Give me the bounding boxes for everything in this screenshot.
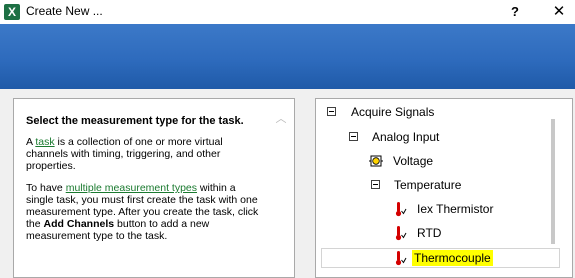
measurement-type-tree[interactable]: Acquire Signals Analog Input Voltage Tem… bbox=[315, 98, 573, 278]
thermometer-icon bbox=[395, 226, 407, 241]
tree-item-iex-thermistor[interactable]: Iex Thermistor bbox=[316, 198, 546, 220]
description-paragraph-multiple: To have multiple measurement types withi… bbox=[26, 182, 262, 242]
tree-item-label: Temperature bbox=[394, 178, 462, 192]
tree-item-label: Iex Thermistor bbox=[417, 202, 494, 216]
description-panel: Select the measurement type for the task… bbox=[13, 98, 295, 278]
search-highlight: Thermocouple bbox=[412, 250, 493, 266]
multiple-measurement-types-link[interactable]: multiple measurement types bbox=[66, 182, 197, 194]
task-link[interactable]: task bbox=[35, 136, 54, 148]
tree-item-analog-input[interactable]: Analog Input bbox=[316, 126, 546, 148]
tree-item-rtd[interactable]: RTD bbox=[316, 222, 546, 244]
tree-item-label: RTD bbox=[417, 226, 442, 240]
tree-item-temperature[interactable]: Temperature bbox=[316, 174, 546, 196]
collapse-icon[interactable] bbox=[371, 180, 380, 189]
add-channels-text: Add Channels bbox=[43, 218, 115, 230]
help-button[interactable]: ? bbox=[504, 0, 526, 24]
tree-item-thermocouple[interactable]: Thermocouple bbox=[316, 247, 556, 269]
description-paragraph-task: A task is a collection of one or more vi… bbox=[26, 136, 262, 172]
excel-app-icon: X bbox=[4, 4, 20, 20]
tree-item-label: Voltage bbox=[393, 154, 434, 168]
close-button[interactable]: ✕ bbox=[546, 0, 572, 24]
scroll-up-arrow-icon[interactable]: ︿ bbox=[274, 113, 288, 125]
tree-scrollbar[interactable] bbox=[551, 119, 555, 244]
voltage-icon bbox=[369, 155, 383, 167]
tree-item-label: Acquire Signals bbox=[351, 105, 435, 119]
text-run: is a collection of one or more virtual c… bbox=[26, 136, 223, 172]
window-title: Create New ... bbox=[26, 4, 103, 18]
description-heading: Select the measurement type for the task… bbox=[26, 115, 244, 127]
description-text: Select the measurement type for the task… bbox=[26, 115, 262, 252]
header-banner bbox=[0, 24, 575, 89]
tree-item-voltage[interactable]: Voltage bbox=[316, 150, 546, 172]
tree-item-label: Thermocouple bbox=[412, 247, 493, 269]
collapse-icon[interactable] bbox=[349, 132, 358, 141]
tree-item-acquire-signals[interactable]: Acquire Signals bbox=[316, 101, 546, 123]
text-run: To have bbox=[26, 182, 66, 194]
thermometer-icon bbox=[395, 251, 407, 266]
text-run: A bbox=[26, 136, 36, 148]
title-bar: X Create New ... ? ✕ bbox=[0, 0, 575, 24]
collapse-icon[interactable] bbox=[327, 107, 336, 116]
tree-item-label: Analog Input bbox=[372, 130, 440, 144]
thermometer-icon bbox=[395, 202, 407, 217]
